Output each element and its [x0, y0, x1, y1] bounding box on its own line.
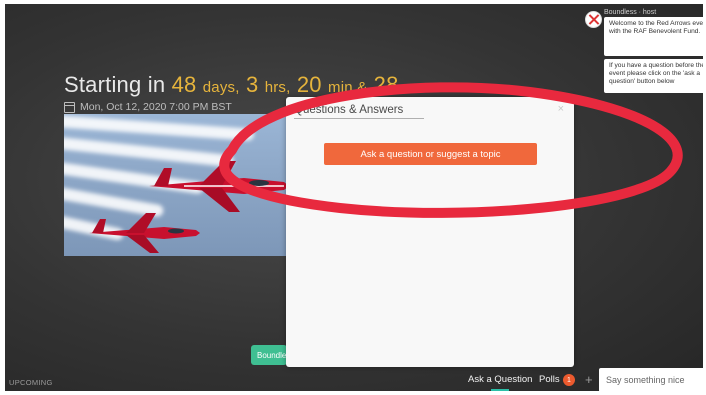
event-stage: Starting in 48 days, 3 hrs, 20 min & 28 …: [5, 4, 703, 391]
event-date-text: Mon, Oct 12, 2020 7:00 PM BST: [80, 101, 232, 113]
countdown-days: 48: [171, 72, 197, 97]
tab-ask-question[interactable]: Ask a Question: [468, 374, 532, 385]
chat-input[interactable]: [599, 368, 703, 391]
event-image: [64, 114, 299, 256]
countdown-days-unit: days,: [202, 79, 240, 96]
countdown-minutes: 20: [296, 72, 322, 97]
active-tab-indicator: [491, 389, 509, 391]
chat-message: Welcome to the Red Arrows event with the…: [604, 17, 703, 56]
event-date: Mon, Oct 12, 2020 7:00 PM BST: [64, 101, 232, 113]
qa-panel-title-underline: [294, 118, 424, 119]
countdown-minutes-unit: min &: [328, 79, 368, 96]
host-avatar-icon: [585, 11, 602, 28]
jet-graphic-upper: [149, 161, 289, 212]
countdown-seconds-unit: sec: [404, 79, 429, 96]
host-pill-label: Boundless: [257, 350, 287, 360]
qa-panel-title: Questions & Answers: [294, 104, 404, 116]
host-pill[interactable]: Boundless: [251, 345, 287, 365]
countdown-prefix: Starting in: [64, 72, 166, 97]
upcoming-label: UPCOMING: [9, 378, 53, 387]
chat-message: If you have a question before the event …: [604, 59, 703, 93]
calendar-icon: [64, 101, 75, 113]
qa-panel: Questions & Answers × Ask a question or …: [286, 97, 574, 367]
chat-author: Boundless · host: [604, 9, 657, 16]
countdown-seconds: 28: [373, 72, 399, 97]
countdown-hours: 3: [245, 72, 259, 97]
countdown: Starting in 48 days, 3 hrs, 20 min & 28 …: [64, 72, 429, 98]
polls-count-badge: 1: [563, 374, 575, 386]
countdown-hours-unit: hrs,: [264, 79, 291, 96]
plus-icon[interactable]: +: [585, 372, 593, 387]
jet-graphic-lower: [89, 213, 200, 253]
tab-polls[interactable]: Polls: [539, 374, 560, 385]
bottom-bar: UPCOMING Ask a Question Polls 1 +: [5, 368, 703, 391]
ask-question-button[interactable]: Ask a question or suggest a topic: [324, 143, 537, 165]
close-icon[interactable]: ×: [558, 103, 564, 115]
